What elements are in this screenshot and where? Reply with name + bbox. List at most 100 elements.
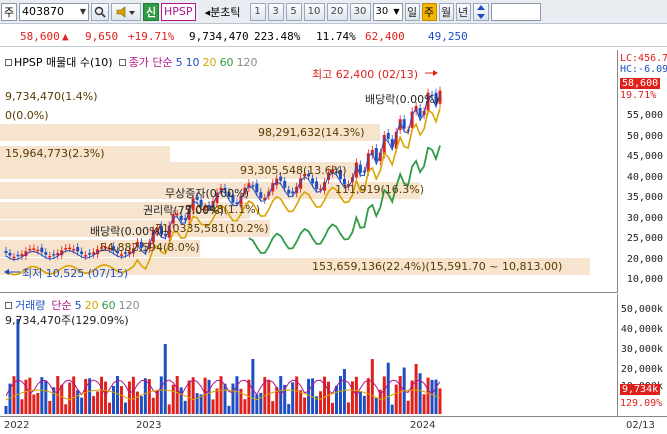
volume-y-axis[interactable]: 50,000k 40,000k 30,000k 20,000k 10,000k … (617, 294, 667, 416)
volume-bar (84, 378, 88, 414)
last-pct-tag: 19.71% (620, 90, 657, 101)
stock-code-combo[interactable]: 403870 ▼ (19, 2, 89, 21)
price-info-row: 58,600 ▲ 9,650 +19.71% 9,734,470 223.48%… (0, 25, 667, 47)
new-badge[interactable]: 신 (143, 2, 159, 21)
price-y-axis[interactable]: LC:456.7 HC:-6.09 58,600 19.71% 55,000 5… (617, 50, 667, 293)
period-3-label: 3 (272, 6, 279, 17)
candle-body (251, 185, 255, 187)
volume-bar (418, 373, 422, 414)
period-5[interactable]: 5 (285, 2, 302, 21)
volume-bar (191, 377, 195, 414)
volume-tick: 30,000k (620, 344, 663, 355)
period-week-label: 주 (423, 5, 435, 19)
volume-tick: 20,000k (620, 364, 663, 375)
price-tick: 30,000 (626, 213, 663, 224)
volume-bar (227, 405, 231, 414)
volume-legend-name[interactable]: 거래량 (5, 297, 45, 313)
candle-body (48, 255, 52, 258)
volume-bar (330, 402, 334, 414)
period-year-label: 년 (457, 5, 469, 19)
volume-bar (394, 384, 398, 414)
min-price-label: 최저 10,525 (07/15) (22, 267, 129, 280)
period-day-label: 일 (406, 5, 418, 19)
period-select-chevron-icon[interactable]: ▼ (393, 7, 399, 16)
sort-updown-icon[interactable] (472, 2, 489, 21)
volume-bar (362, 395, 366, 414)
volume-chart-panel[interactable]: 거래량 단순 5 20 60 120 9,734,470주(129.09%) (0, 294, 617, 416)
period-day[interactable]: 일 (404, 2, 420, 21)
period-month[interactable]: 월 (438, 2, 454, 21)
volume-bar (231, 383, 235, 414)
ma-legend[interactable]: 종가 단순 5 10 20 60 120 (118, 54, 258, 70)
volume-bar (291, 382, 295, 414)
volume-bar (104, 381, 108, 414)
period-select-value: 30 (375, 6, 389, 17)
change-value: 9,650 (85, 30, 119, 43)
candle-body (255, 183, 259, 193)
volume-bar (139, 396, 143, 414)
period-30[interactable]: 30 (349, 2, 371, 21)
extra-input[interactable] (490, 2, 541, 21)
volume-bar (211, 399, 215, 414)
period-3[interactable]: 3 (267, 2, 284, 21)
candle-body (16, 254, 20, 257)
hc-tag: HC:-6.09 (620, 64, 667, 75)
candle-body (72, 248, 76, 251)
price-chart-panel[interactable]: HPSP 매물대 수(10) 종가 단순 5 10 20 60 120 최고 6… (0, 50, 617, 293)
volume-bar (307, 378, 311, 414)
vol-ma-period-60: 60 (101, 298, 116, 312)
volume-bar (203, 377, 207, 414)
legend-checkbox-icon (118, 58, 126, 66)
ma-period-20: 20 (202, 55, 217, 69)
high-price: 62,400 (365, 30, 405, 43)
candle-body (386, 133, 390, 140)
candle-body (358, 164, 362, 173)
volume-tick: 50,000k (620, 304, 663, 315)
volume-bar (366, 378, 370, 414)
market-select-label: 주 (3, 5, 15, 19)
price-tick: 55,000 (626, 110, 663, 121)
market-select[interactable]: 주 (1, 2, 17, 21)
lc-tag: LC:456.7 (620, 53, 667, 64)
volume-ma-legend[interactable]: 단순 5 20 60 120 (51, 297, 139, 313)
period-10[interactable]: 10 (303, 2, 325, 21)
band-label: 98,291,632(14.3%) (258, 126, 365, 139)
volume-bar (127, 381, 131, 414)
volume-bar (28, 377, 32, 414)
volume-bar (167, 404, 171, 414)
volume-bar (374, 397, 378, 414)
current-price: 58,600 (20, 30, 60, 43)
candle-body (36, 249, 40, 252)
period-month-label: 월 (440, 5, 452, 19)
search-icon[interactable] (91, 2, 109, 21)
band-label: 7,0948(1.1%) (185, 203, 261, 216)
period-select[interactable]: 30 ▼ (372, 2, 403, 21)
period-week[interactable]: 주 (421, 2, 437, 21)
direction-icon: ▲ (62, 30, 69, 43)
candle-body (80, 251, 84, 254)
stock-name[interactable]: HPSP (161, 2, 196, 21)
period-year[interactable]: 년 (455, 2, 471, 21)
ma60-line (248, 145, 441, 254)
new-badge-label: 신 (145, 5, 157, 19)
period-20[interactable]: 20 (326, 2, 348, 21)
unit-tabs[interactable]: ◂분초틱 (198, 4, 248, 20)
candle-body (311, 178, 315, 184)
low-price: 49,250 (428, 30, 468, 43)
band-label: 111,919(16.3%) (335, 183, 425, 196)
volume-pct-tag: 129.09% (620, 398, 663, 409)
price-legend-name[interactable]: HPSP 매물대 수(10) (5, 54, 113, 70)
candle-body (402, 119, 406, 129)
candle-body (374, 147, 378, 161)
volume-bar (327, 381, 331, 414)
chevron-down-icon[interactable]: ▼ (80, 7, 86, 16)
period-1[interactable]: 1 (249, 2, 266, 21)
volume-bar (195, 393, 199, 414)
last-price-tag: 58,600 (620, 78, 661, 89)
speaker-icon[interactable] (111, 2, 141, 21)
volume-bar (4, 406, 8, 414)
volume-bar (119, 386, 123, 414)
volume-bar (319, 391, 323, 414)
volume-bar (115, 376, 119, 414)
candle-body (287, 189, 291, 194)
